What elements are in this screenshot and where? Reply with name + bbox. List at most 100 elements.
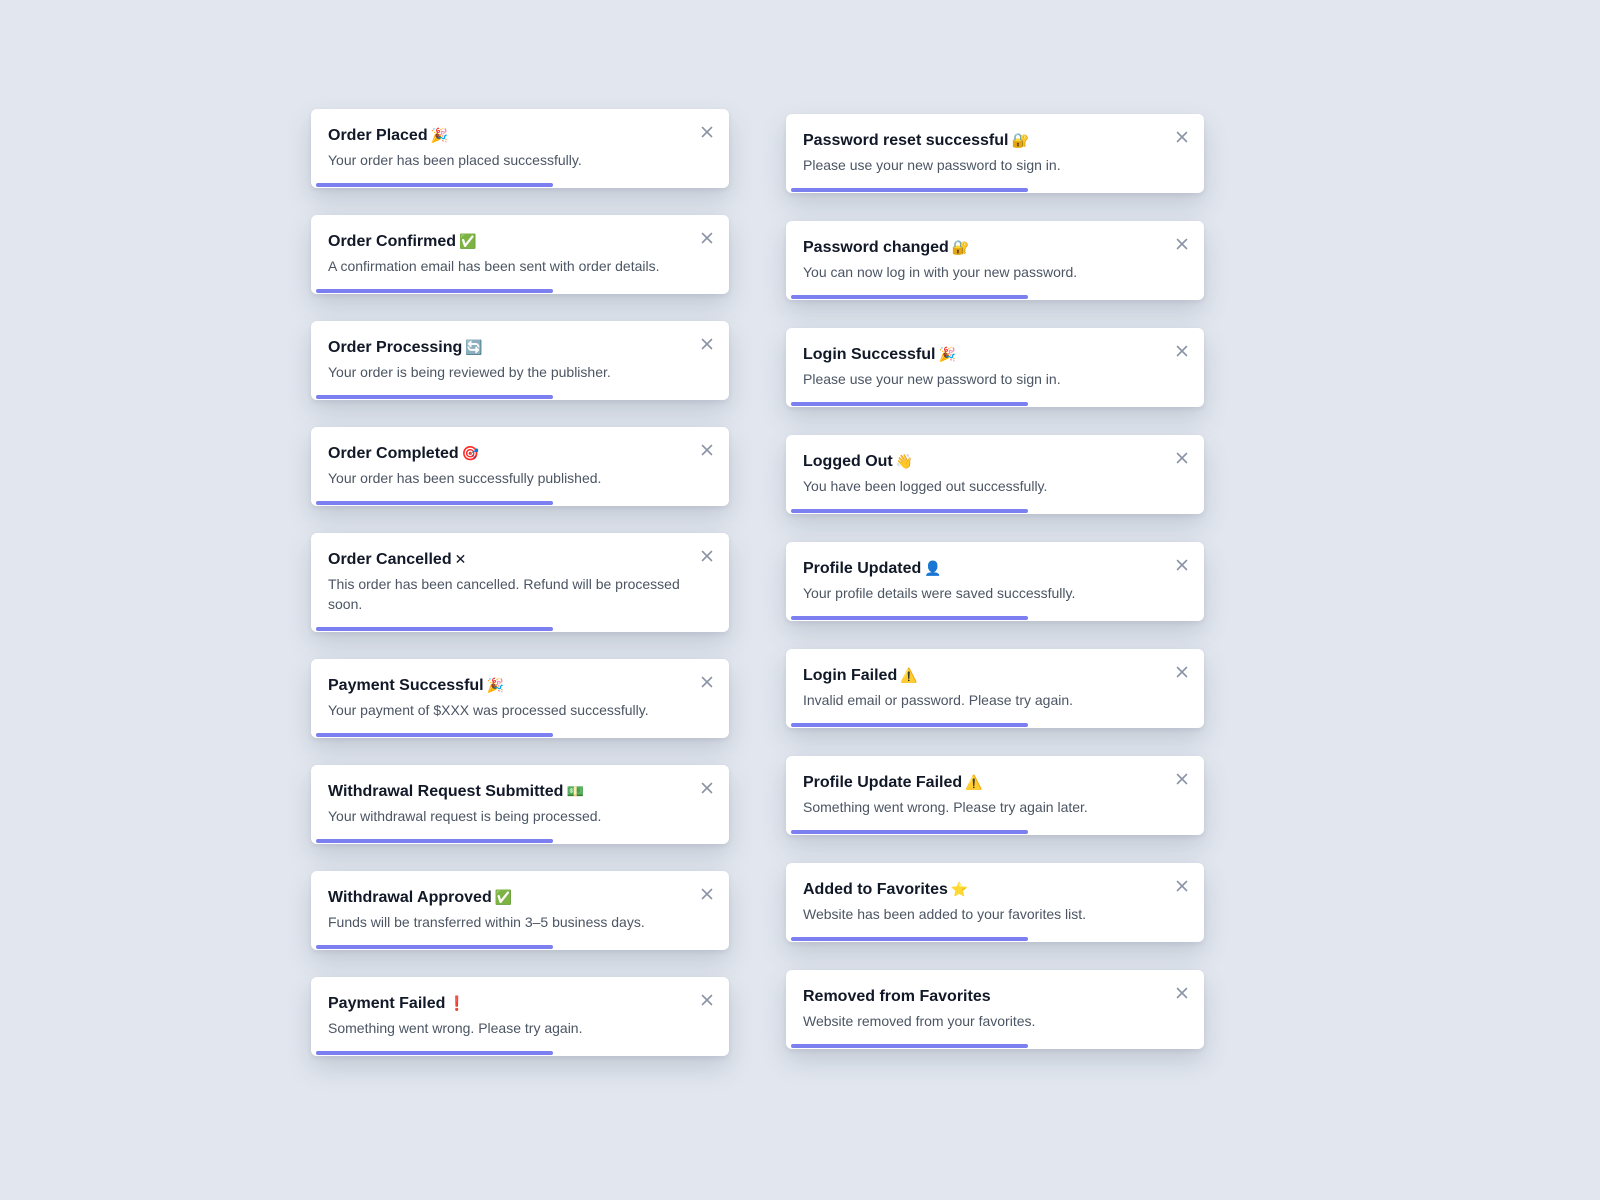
toast-logged-out: Logged Out 👋 You have been logged out suc… [786, 435, 1204, 514]
toast-order-confirmed: Order Confirmed ✅ A confirmation email ha… [311, 215, 729, 294]
toast-withdrawal-request-submitted: Withdrawal Request Submitted 💵 Your withd… [311, 765, 729, 844]
toast-close-button[interactable] [697, 546, 717, 566]
toast-message: Your profile details were saved successf… [803, 585, 1076, 601]
toast-order-completed: Order Completed 🎯 Your order has been suc… [311, 427, 729, 506]
toast-progress-bar [791, 509, 1028, 513]
close-icon [1176, 880, 1188, 892]
close-icon [701, 550, 713, 562]
toast-progress-track [316, 945, 724, 949]
toast-emoji-icon: ✕ [454, 552, 467, 568]
toast-progress-bar [316, 289, 553, 293]
toast-progress-bar [791, 402, 1028, 406]
toast-message: Your order is being reviewed by the publ… [328, 364, 611, 380]
toast-message: Your order has been successfully publish… [328, 470, 602, 486]
toast-progress-bar [316, 839, 553, 843]
toast-progress-track [791, 723, 1199, 727]
toast-close-button[interactable] [697, 122, 717, 142]
toast-message: Funds will be transferred within 3–5 bus… [328, 914, 645, 930]
close-icon [701, 338, 713, 350]
toast-progress-bar [791, 723, 1028, 727]
toast-message: You have been logged out successfully. [803, 478, 1048, 494]
toast-title: Login Successful 🎉 [803, 345, 1156, 365]
toast-message: Your payment of $XXX was processed succe… [328, 702, 649, 718]
toast-title-text: Password reset successful [803, 132, 1009, 149]
toast-progress-bar [791, 830, 1028, 834]
toast-title-text: Order Confirmed [328, 233, 457, 250]
toast-title: Withdrawal Approved ✅ [328, 888, 681, 908]
toast-emoji-icon: 💵 [566, 784, 584, 800]
toast-progress-bar [316, 627, 553, 631]
toast-title-text: Removed from Favorites [803, 988, 991, 1005]
toast-progress-track [316, 183, 724, 187]
toast-progress-bar [316, 395, 553, 399]
toast-emoji-icon: 🎉 [938, 347, 956, 363]
toast-emoji-icon: 🎉 [430, 128, 449, 144]
toast-title: Password reset successful 🔐 [803, 131, 1156, 151]
toast-title-text: Withdrawal Approved [328, 889, 492, 906]
toast-title: Order Cancelled ✕ [328, 550, 681, 570]
toast-title: Login Failed ⚠️ [803, 666, 1156, 686]
toast-message: Your order has been placed successfully. [328, 152, 582, 168]
toast-emoji-icon: ⚠️ [965, 775, 983, 791]
toast-close-button[interactable] [697, 440, 717, 460]
toast-column-right: Password reset successful 🔐 Please use yo… [786, 114, 1204, 1077]
toast-added-to-favorites: Added to Favorites ⭐ Website has been add… [786, 863, 1204, 942]
toast-close-button[interactable] [1172, 769, 1192, 789]
toast-title: Profile Updated 👤 [803, 559, 1156, 579]
toast-order-placed: Order Placed 🎉 Your order has been placed… [311, 109, 729, 188]
close-icon [1176, 666, 1188, 678]
toast-close-button[interactable] [697, 990, 717, 1010]
toast-progress-bar [791, 188, 1028, 192]
toast-title-text: Added to Favorites [803, 881, 948, 898]
toast-progress-bar [316, 501, 553, 505]
toast-close-button[interactable] [1172, 234, 1192, 254]
toast-removed-from-favorites: Removed from Favorites Website removed f… [786, 970, 1204, 1049]
close-icon [1176, 131, 1188, 143]
toast-title-text: Payment Successful [328, 677, 484, 694]
toast-close-button[interactable] [697, 672, 717, 692]
toast-emoji-icon: ✅ [494, 890, 513, 906]
toast-close-button[interactable] [697, 884, 717, 904]
toast-close-button[interactable] [1172, 127, 1192, 147]
toast-emoji-icon: 🔐 [951, 240, 970, 256]
toast-title: Order Processing 🔄 [328, 338, 681, 358]
toast-progress-track [791, 937, 1199, 941]
toast-progress-bar [316, 945, 553, 949]
toast-progress-track [791, 188, 1199, 192]
toast-close-button[interactable] [697, 334, 717, 354]
close-icon [701, 444, 713, 456]
toast-column-left: Order Placed 🎉 Your order has been placed… [311, 109, 729, 1083]
toast-title-text: Order Cancelled [328, 551, 452, 568]
toast-close-button[interactable] [697, 228, 717, 248]
toast-title-text: Order Completed [328, 445, 459, 462]
toast-profile-update-failed: Profile Update Failed ⚠️ Something went w… [786, 756, 1204, 835]
toast-progress-bar [316, 733, 553, 737]
toast-title: Withdrawal Request Submitted 💵 [328, 782, 681, 802]
toast-emoji-icon: 🎉 [486, 678, 505, 694]
toast-title-text: Profile Updated [803, 560, 922, 577]
toast-close-button[interactable] [1172, 341, 1192, 361]
toast-close-button[interactable] [697, 778, 717, 798]
toast-message: Website removed from your favorites. [803, 1013, 1036, 1029]
toast-close-button[interactable] [1172, 448, 1192, 468]
toast-close-button[interactable] [1172, 876, 1192, 896]
toast-progress-track [791, 1044, 1199, 1048]
close-icon [701, 782, 713, 794]
toast-close-button[interactable] [1172, 555, 1192, 575]
toast-password-changed: Password changed 🔐 You can now log in wit… [786, 221, 1204, 300]
toast-message: A confirmation email has been sent with … [328, 258, 660, 274]
close-icon [701, 232, 713, 244]
toast-login-failed: Login Failed ⚠️ Invalid email or password… [786, 649, 1204, 728]
toast-close-button[interactable] [1172, 983, 1192, 1003]
toast-progress-track [791, 402, 1199, 406]
toast-emoji-icon: 👋 [895, 454, 914, 470]
toast-message: Something went wrong. Please try again. [328, 1020, 583, 1036]
toast-order-processing: Order Processing 🔄 Your order is being re… [311, 321, 729, 400]
toast-close-button[interactable] [1172, 662, 1192, 682]
toast-emoji-icon: 👤 [924, 561, 942, 577]
toast-title-text: Login Failed [803, 667, 898, 684]
toast-title-text: Password changed [803, 239, 949, 256]
toast-password-reset-successful: Password reset successful 🔐 Please use yo… [786, 114, 1204, 193]
toast-progress-bar [791, 295, 1028, 299]
toast-emoji-icon: ✅ [459, 234, 477, 250]
